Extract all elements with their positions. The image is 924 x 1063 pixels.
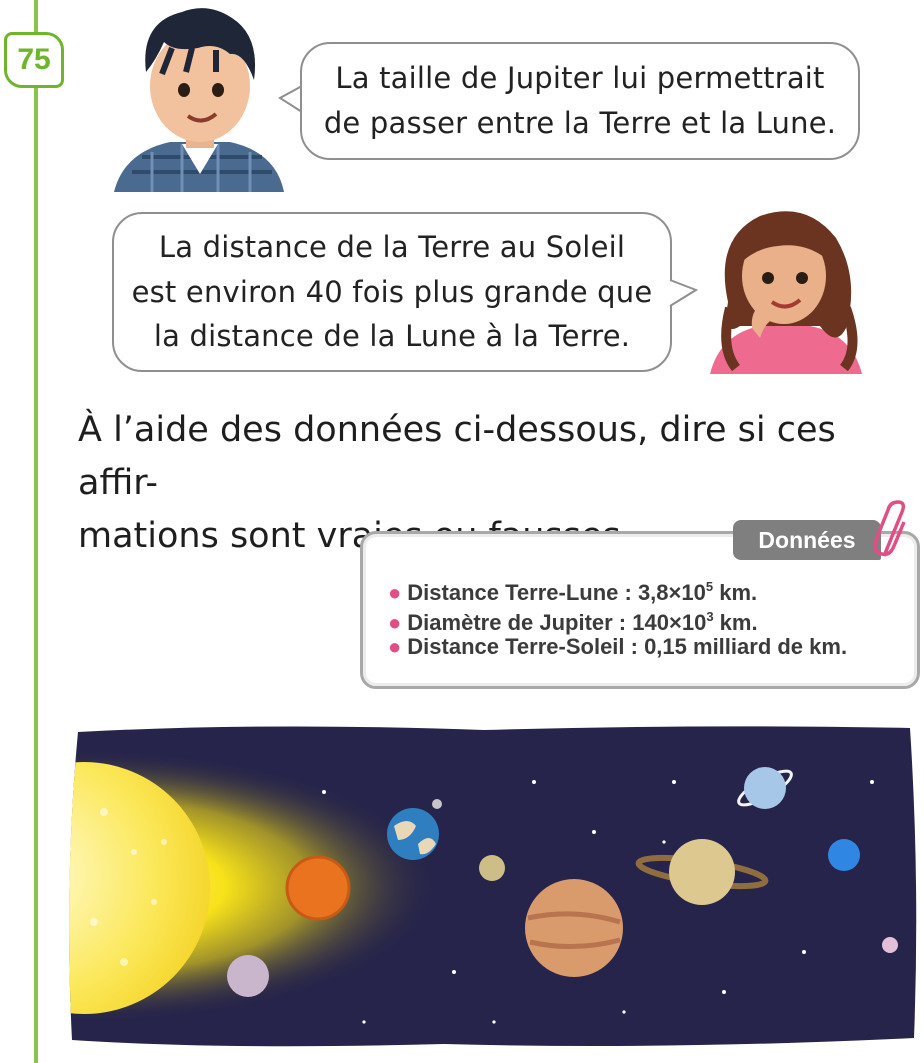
girl-line-2: est environ 40 fois plus grande que <box>131 274 653 309</box>
question-line-1: À l’aide des données ci-dessous, dire si… <box>78 410 836 504</box>
speech-bubble-girl: La distance de la Terre au Soleil est en… <box>112 212 672 372</box>
boy-line-1: La taille de Jupiter lui permettrait <box>335 61 825 96</box>
data-list: ● Distance Terre-Lune : 3,8×105 km. ● Diam… <box>388 572 847 662</box>
solar-system-illustration <box>69 726 917 1047</box>
margin-line <box>34 0 38 1063</box>
girl-line-3: la distance de la Lune à la Terre. <box>153 319 631 354</box>
bullet-icon: ● <box>388 634 402 659</box>
data-box-title: Données <box>733 520 881 560</box>
paperclip-icon <box>873 500 906 557</box>
boy-avatar <box>114 8 284 192</box>
data-item-terre-soleil: ● Distance Terre-Soleil : 0,15 milliard d… <box>388 634 848 659</box>
girl-avatar <box>710 211 862 374</box>
exercise-number: 75 <box>4 32 64 88</box>
girl-line-1: La distance de la Terre au Soleil <box>158 229 626 264</box>
data-item-jupiter: ● Diamètre de Jupiter : 140×103 km. <box>388 609 758 635</box>
data-item-terre-lune: ● Distance Terre-Lune : 3,8×105 km. <box>388 579 758 605</box>
speech-tail-right <box>668 279 698 307</box>
speech-bubble-boy: La taille de Jupiter lui permettrait de … <box>300 42 860 160</box>
boy-line-2: de passer entre la Terre et la Lune. <box>323 106 837 140</box>
